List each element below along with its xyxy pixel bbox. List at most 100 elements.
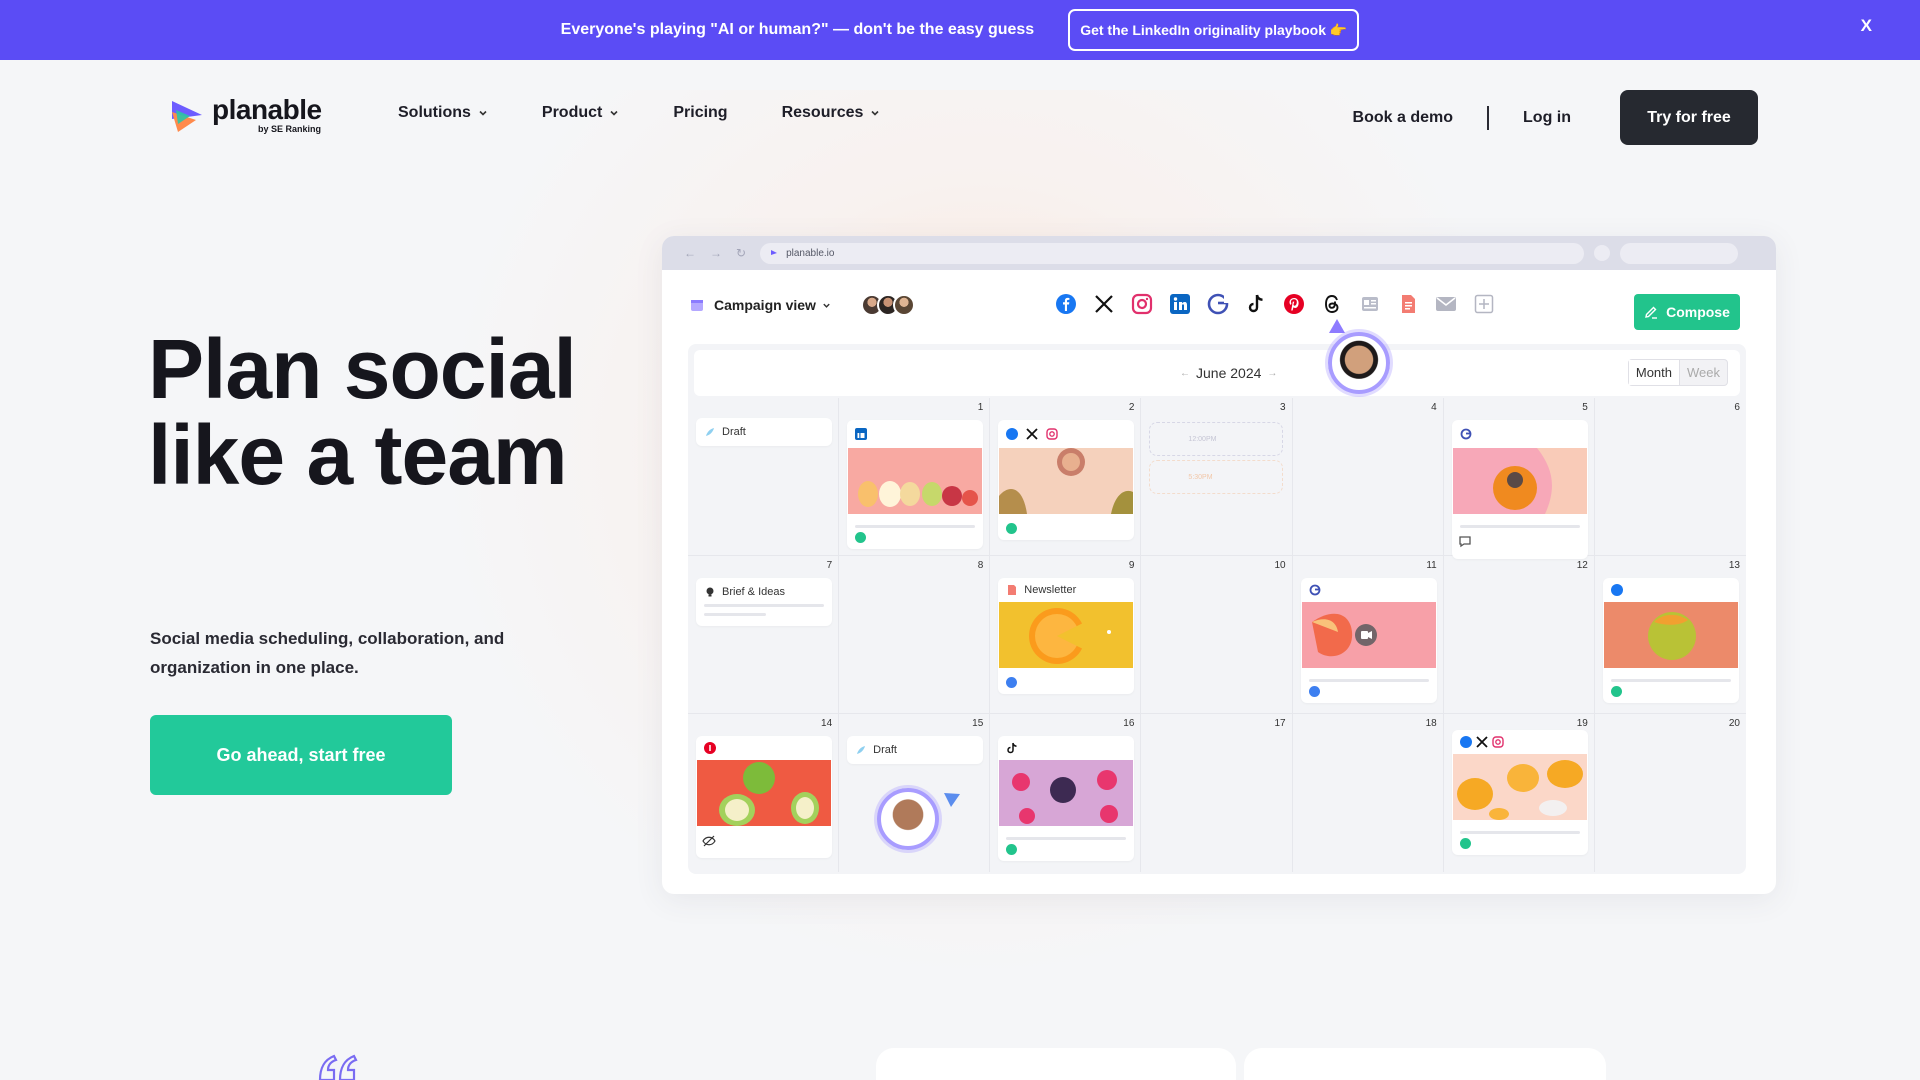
calendar-day[interactable]: 7 Brief & Ideas xyxy=(688,556,840,714)
day-number: 7 xyxy=(826,560,833,571)
calendar-day[interactable]: 16 xyxy=(990,714,1142,872)
nav-solutions[interactable]: Solutions xyxy=(398,104,488,122)
calendar-day[interactable]: Draft xyxy=(688,398,840,556)
team-avatars xyxy=(860,294,915,316)
testimonial-card xyxy=(1244,1048,1606,1080)
document-icon xyxy=(1008,585,1017,595)
facebook-icon[interactable] xyxy=(1054,292,1078,316)
nav-resources[interactable]: Resources xyxy=(782,104,881,122)
day-number: 12 xyxy=(1576,560,1588,571)
main-nav: Solutions Product Pricing Resources xyxy=(398,104,934,122)
try-for-free-button[interactable]: Try for free xyxy=(1620,90,1758,145)
google-business-icon[interactable] xyxy=(1206,292,1230,316)
document-icon[interactable] xyxy=(1396,292,1420,316)
post-card[interactable] xyxy=(1300,578,1437,703)
calendar-day[interactable]: 1 xyxy=(839,398,991,556)
calendar-day[interactable]: 3 12:00PM 5:30PM xyxy=(1141,398,1293,556)
chevron-down-icon xyxy=(871,110,879,116)
nav-product-label: Product xyxy=(541,104,603,121)
app-preview-window: ← → ↻ planable.io Campaign view Compose … xyxy=(662,236,1776,894)
logo-wordmark: planable xyxy=(212,94,322,125)
day-number: 1 xyxy=(977,402,984,413)
collaborator-avatar xyxy=(877,788,940,850)
post-card[interactable] xyxy=(847,420,984,549)
approved-status-icon xyxy=(1006,844,1018,855)
facebook-icon xyxy=(1610,584,1623,596)
email-icon[interactable] xyxy=(1434,292,1458,316)
week-view-tab[interactable]: Week xyxy=(1680,360,1727,385)
post-card[interactable] xyxy=(1451,730,1588,855)
campaign-view-label[interactable]: Campaign view xyxy=(714,297,816,313)
day-number: 10 xyxy=(1274,560,1286,571)
browser-chrome: ← → ↻ planable.io xyxy=(662,236,1776,270)
caption-placeholder xyxy=(1459,525,1580,528)
card-label: Newsletter xyxy=(1024,584,1077,596)
pinterest-icon[interactable] xyxy=(1282,292,1306,316)
prev-month-icon[interactable]: ← xyxy=(1180,368,1190,379)
text-placeholder xyxy=(704,604,824,607)
time-slot[interactable]: 12:00PM xyxy=(1149,422,1284,456)
post-card[interactable] xyxy=(998,420,1135,540)
x-icon[interactable] xyxy=(1092,292,1116,316)
calendar-day[interactable]: 12 xyxy=(1443,556,1595,714)
card-label: Brief & Ideas xyxy=(722,586,785,598)
post-card[interactable] xyxy=(696,736,832,858)
approved-status-icon xyxy=(1006,523,1018,534)
calendar-day[interactable]: 4 xyxy=(1292,398,1444,556)
calendar-day[interactable]: 11 xyxy=(1292,556,1444,714)
nav-pricing[interactable]: Pricing xyxy=(673,104,727,122)
linkedin-icon[interactable] xyxy=(1168,292,1192,316)
day-number: 3 xyxy=(1280,402,1286,413)
start-free-button[interactable]: Go ahead, start free xyxy=(150,715,452,795)
testimonial-card xyxy=(876,1048,1236,1080)
compose-button[interactable]: Compose xyxy=(1634,294,1740,330)
month-view-tab[interactable]: Month xyxy=(1628,360,1680,385)
draft-card[interactable]: Draft xyxy=(847,736,984,764)
day-number: 20 xyxy=(1728,718,1740,729)
day-number: 14 xyxy=(821,718,833,729)
calendar-day[interactable]: 8 xyxy=(839,556,991,714)
time-slot[interactable]: 5:30PM xyxy=(1149,460,1284,494)
nav-divider xyxy=(1487,105,1490,130)
post-image xyxy=(1452,448,1587,514)
header-actions: Book a demo Log in Try for free xyxy=(1353,90,1758,145)
calendar-day[interactable]: 13 xyxy=(1594,556,1746,714)
newsletter-card[interactable]: Newsletter xyxy=(998,578,1135,694)
draft-card[interactable]: Draft xyxy=(696,418,832,446)
instagram-icon[interactable] xyxy=(1130,292,1154,316)
logo[interactable]: planable by SE Ranking xyxy=(168,96,322,134)
calendar-day[interactable]: 19 xyxy=(1444,714,1595,872)
calendar-day[interactable]: 17 xyxy=(1141,714,1293,872)
calendar-day[interactable]: 20 xyxy=(1595,714,1746,872)
calendar-day[interactable]: 6 xyxy=(1594,398,1746,556)
tiktok-icon[interactable] xyxy=(1244,292,1268,316)
calendar-day[interactable]: 18 xyxy=(1293,714,1444,872)
close-announcement-button[interactable]: X xyxy=(1861,16,1872,36)
post-card[interactable] xyxy=(1451,420,1588,559)
add-icon[interactable] xyxy=(1472,292,1496,316)
compose-label: Compose xyxy=(1666,304,1730,320)
post-card[interactable] xyxy=(1602,578,1739,703)
nav-product[interactable]: Product xyxy=(542,104,619,122)
approved-status-icon xyxy=(855,532,867,543)
calendar-day[interactable]: 10 xyxy=(1141,556,1293,714)
post-image xyxy=(999,448,1134,514)
playbook-button[interactable]: Get the LinkedIn originality playbook 👉 xyxy=(1068,9,1360,51)
brief-card[interactable]: Brief & Ideas xyxy=(696,578,832,626)
calendar-day[interactable]: 2 xyxy=(990,398,1142,556)
blog-icon[interactable] xyxy=(1358,292,1382,316)
post-card[interactable] xyxy=(998,736,1135,861)
next-month-icon[interactable]: → xyxy=(1267,368,1277,379)
calendar-day[interactable]: 14 xyxy=(688,714,840,872)
calendar-day[interactable]: 15 Draft xyxy=(839,714,991,872)
calendar-day[interactable]: 5 xyxy=(1443,398,1595,559)
chevron-down-icon[interactable] xyxy=(822,301,831,310)
threads-icon[interactable] xyxy=(1320,292,1344,316)
instagram-icon xyxy=(1492,736,1504,748)
login-link[interactable]: Log in xyxy=(1523,109,1571,127)
comment-icon xyxy=(1459,536,1471,548)
approved-status-icon xyxy=(1459,838,1471,849)
book-demo-link[interactable]: Book a demo xyxy=(1353,109,1453,127)
calendar-day[interactable]: 9 Newsletter xyxy=(990,556,1142,714)
day-number: 11 xyxy=(1426,560,1437,571)
